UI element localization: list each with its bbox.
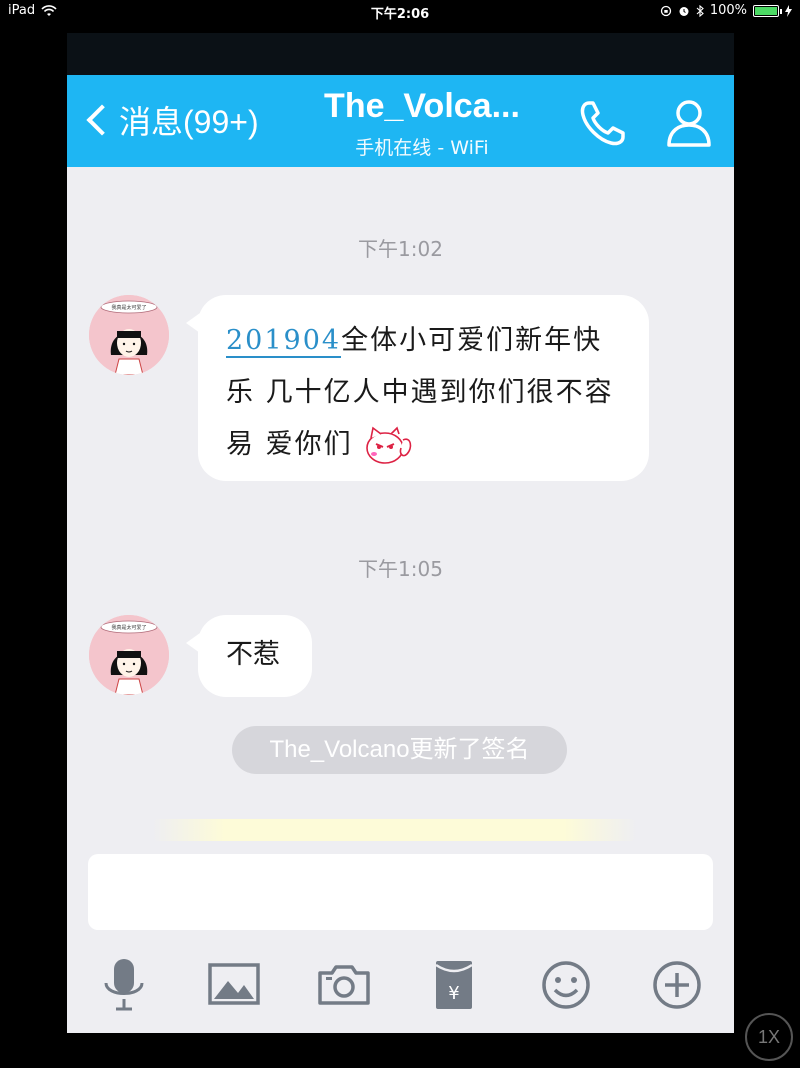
contact-status: 手机在线 - WiFi — [355, 137, 489, 159]
message-timestamp: 下午1:02 — [358, 237, 443, 261]
status-bar: iPad 下午2:06 100% — [0, 0, 800, 24]
red-packet-symbol: ¥ — [448, 983, 459, 1004]
cartoon-girl-avatar: 我真是太可爱了 — [89, 615, 169, 695]
back-label: 消息(99+) — [119, 104, 259, 140]
avatar[interactable]: 我真是太可爱了 — [89, 615, 169, 695]
chat-screen: 消息(99+) The_Volca... 手机在线 - WiFi 下午1:02 … — [67, 33, 734, 1033]
bluetooth-icon — [696, 4, 704, 17]
cartoon-girl-avatar: 我真是太可爱了 — [89, 295, 169, 375]
message-bubble[interactable]: 201904全体小可爱们新年快乐 几十亿人中遇到你们很不容易 爱你们 — [186, 295, 649, 481]
avatar[interactable]: 我真是太可爱了 — [89, 295, 169, 375]
emoji-icon[interactable] — [536, 955, 596, 1015]
message-link-number[interactable]: 201904 — [226, 325, 342, 358]
message-input[interactable] — [88, 854, 713, 930]
contact-name[interactable]: The_Volca... — [267, 87, 577, 126]
chat-header: 消息(99+) The_Volca... 手机在线 - WiFi — [67, 75, 734, 167]
charging-icon — [785, 4, 792, 17]
camera-icon[interactable] — [314, 955, 374, 1015]
back-button[interactable]: 消息(99+) — [83, 97, 259, 143]
red-packet-icon[interactable]: ¥ — [424, 955, 484, 1015]
message-bubble[interactable]: 不惹 — [186, 615, 312, 697]
microphone-icon[interactable] — [94, 955, 154, 1015]
zoom-1x-button[interactable]: 1X — [745, 1013, 793, 1061]
system-notice: The_Volcano更新了签名 — [232, 726, 567, 774]
red-packet-shape: ¥ — [435, 961, 473, 1009]
chevron-left-icon — [86, 104, 118, 136]
avatar-caption: 我真是太可爱了 — [111, 624, 146, 631]
phone-icon[interactable] — [575, 95, 631, 151]
ipad-screen: iPad 下午2:06 100% 消息(99+) The_Volca... 手机… — [0, 0, 800, 1068]
input-toolbar: ¥ — [67, 945, 734, 1025]
battery-icon — [753, 4, 782, 17]
message-text: 不惹 — [226, 639, 280, 670]
battery-percent: 100% — [709, 3, 747, 18]
image-icon[interactable] — [204, 955, 264, 1015]
app-top-strip — [67, 33, 734, 75]
orientation-lock-icon — [660, 5, 671, 16]
profile-icon[interactable] — [661, 95, 717, 151]
plus-icon[interactable] — [647, 955, 707, 1015]
message-timestamp: 下午1:05 — [358, 557, 443, 581]
alarm-icon — [679, 6, 689, 16]
decorative-glow — [152, 819, 637, 841]
avatar-caption: 我真是太可爱了 — [111, 304, 146, 311]
cat-emoji-icon — [366, 426, 412, 464]
